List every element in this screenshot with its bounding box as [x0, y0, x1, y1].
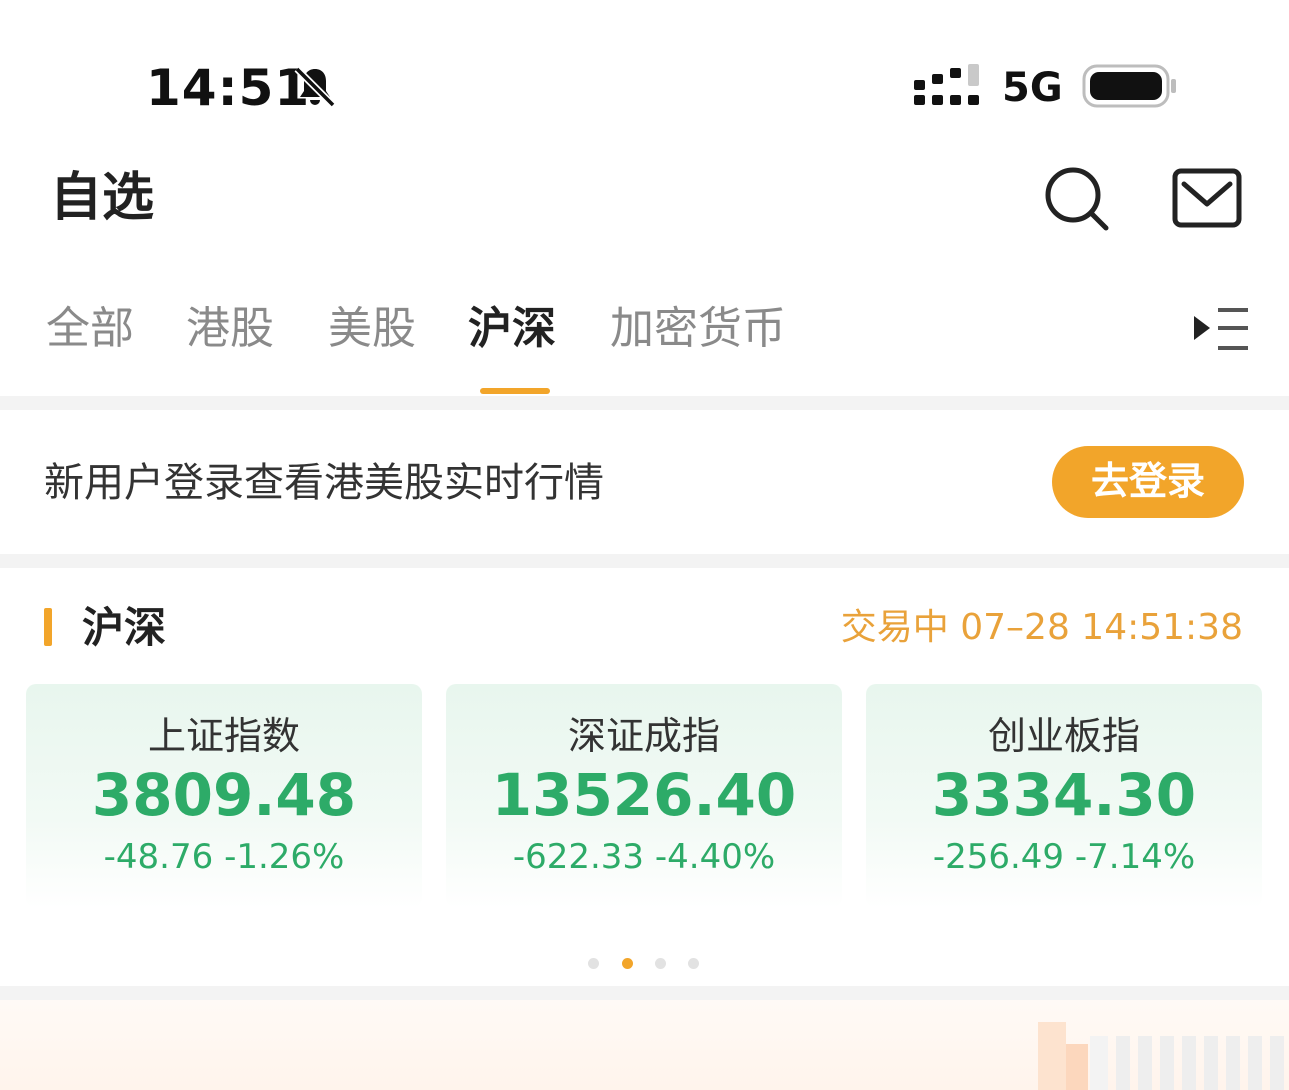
search-icon[interactable] [1044, 166, 1110, 232]
bell-slash-icon [294, 66, 336, 108]
login-prompt-text: 新用户登录查看港美股实时行情 [44, 460, 604, 506]
section-title: 沪深 [82, 603, 167, 652]
trading-status: 交易中 07–28 14:51:38 [840, 607, 1243, 648]
index-change-value: -622.33 [512, 837, 645, 877]
index-name: 上证指数 [147, 714, 300, 758]
index-price: 3809.48 [91, 761, 357, 829]
page-dot-active[interactable] [622, 958, 633, 969]
index-price: 3334.30 [931, 761, 1197, 829]
login-button[interactable]: 去登录 [1052, 446, 1244, 518]
index-change-pct: -4.40% [654, 837, 776, 877]
index-change: -622.33 -4.40% [446, 834, 842, 880]
index-card-szse[interactable]: 深证成指 13526.40 -622.33 -4.40% [446, 684, 842, 908]
tab-hs[interactable]: 沪深 [468, 296, 556, 362]
divider [0, 554, 1289, 568]
decorative-blocks-illustration [1038, 1022, 1284, 1090]
status-time: 14:51 [146, 59, 311, 117]
index-change-pct: -7.14% [1074, 837, 1196, 877]
page-dot[interactable] [588, 958, 599, 969]
page-dot[interactable] [655, 958, 666, 969]
divider [0, 986, 1289, 1000]
index-price: 13526.40 [491, 761, 797, 829]
tab-crypto[interactable]: 加密货币 [610, 296, 786, 362]
index-change: -256.49 -7.14% [866, 834, 1262, 880]
network-label: 5G [1002, 65, 1063, 111]
index-card-sse[interactable]: 上证指数 3809.48 -48.76 -1.26% [26, 684, 422, 908]
index-name: 深证成指 [567, 714, 720, 758]
index-card-chinext[interactable]: 创业板指 3334.30 -256.49 -7.14% [866, 684, 1262, 908]
page-dot[interactable] [688, 958, 699, 969]
battery-icon [1082, 64, 1176, 108]
signal-icon [914, 64, 979, 105]
active-tab-indicator [480, 388, 550, 394]
divider [0, 396, 1289, 410]
market-tabs: 全部 港股 美股 沪深 加密货币 [0, 296, 1289, 396]
section-accent-bar [44, 608, 52, 646]
tab-all[interactable]: 全部 [46, 296, 134, 362]
index-change: -48.76 -1.26% [26, 834, 422, 880]
tab-menu-icon[interactable] [1192, 306, 1250, 354]
page-title: 自选 [50, 168, 155, 228]
index-change-value: -48.76 [103, 837, 214, 877]
page-indicator [588, 958, 702, 970]
mail-icon[interactable] [1172, 168, 1242, 228]
tab-us[interactable]: 美股 [328, 296, 416, 362]
index-change-pct: -1.26% [224, 837, 345, 877]
tab-hk[interactable]: 港股 [186, 296, 274, 362]
index-name: 创业板指 [987, 714, 1140, 758]
index-change-value: -256.49 [932, 837, 1065, 877]
status-bar: 14:51 5G [0, 0, 1289, 150]
